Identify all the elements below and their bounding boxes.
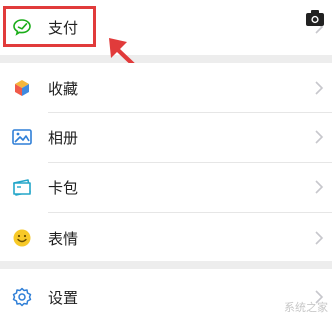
camera-icon[interactable] xyxy=(306,10,324,26)
album-icon xyxy=(12,127,32,147)
menu-item-album[interactable]: 相册 xyxy=(0,115,332,159)
card-wallet-icon xyxy=(12,177,32,197)
favorites-cube-icon xyxy=(12,78,32,98)
chevron-right-icon xyxy=(315,130,324,144)
chevron-right-icon xyxy=(315,81,324,95)
divider xyxy=(48,162,332,163)
payment-group: 支付 xyxy=(0,0,332,55)
menu-item-label: 设置 xyxy=(48,288,79,307)
menu-item-label: 卡包 xyxy=(48,178,79,197)
divider xyxy=(48,112,332,113)
emoji-icon xyxy=(12,228,32,248)
menu-item-label: 表情 xyxy=(48,229,79,248)
menu-item-settings[interactable]: 设置 xyxy=(0,275,332,319)
menu-item-favorites[interactable]: 收藏 xyxy=(0,66,332,110)
highlight-box xyxy=(3,6,96,47)
menu-item-label: 收藏 xyxy=(48,79,79,98)
chevron-right-icon xyxy=(315,180,324,194)
divider xyxy=(48,212,332,213)
menu-item-emoji[interactable]: 表情 xyxy=(0,216,332,260)
settings-gear-icon xyxy=(12,287,32,307)
menu-item-label: 相册 xyxy=(48,128,79,147)
chevron-right-icon xyxy=(315,231,324,245)
menu-item-card-wallet[interactable]: 卡包 xyxy=(0,165,332,209)
watermark: 系统之家 xyxy=(284,301,328,314)
